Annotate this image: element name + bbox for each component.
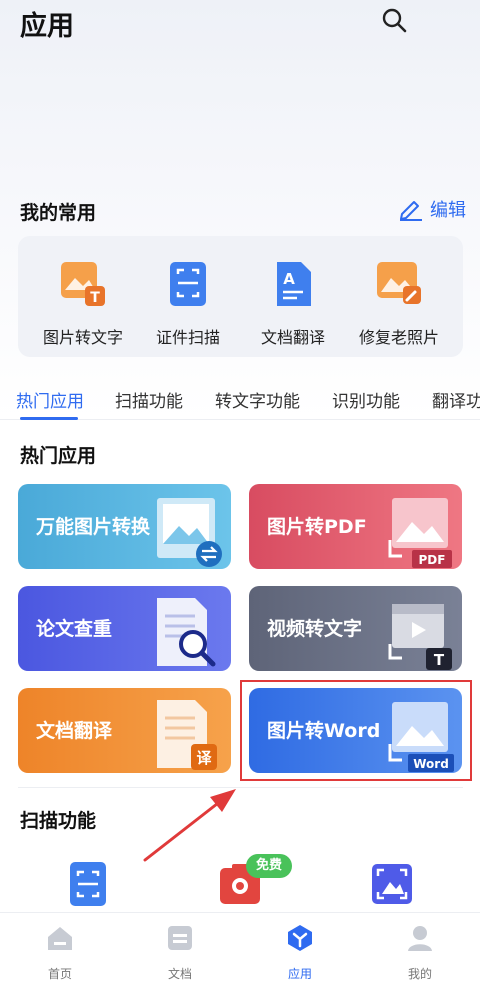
tile-label: 视频转文字 [267,618,363,640]
favorites-card: T 图片转文字 证件扫描 A 文档翻译 修复老照片 [18,236,463,357]
apps-icon [288,925,312,951]
svg-text:T: T [90,290,100,306]
section-divider [18,787,463,788]
bottom-nav: 首页 文档 应用 我的 [0,912,480,982]
tile-label: 万能图片转换 [36,516,151,538]
image-to-text-icon: T [61,262,105,306]
user-icon [408,926,432,951]
edit-button[interactable]: 编辑 [398,196,466,222]
tile-label: 文档翻译 [36,720,113,742]
page-title: 应用 [20,11,74,42]
tile-badge: 译 [196,749,212,767]
id-scan-icon [170,262,206,306]
hot-apps-title: 热门应用 [20,445,97,467]
fav-image-to-text[interactable]: T 图片转文字 [28,260,138,348]
fav-photo-repair[interactable]: 修复老照片 [344,260,454,348]
favorites-title: 我的常用 [20,202,97,224]
tile-doc-translate[interactable]: 文档翻译 译 [18,688,231,773]
image-convert-icon [157,498,222,567]
nav-profile[interactable]: 我的 [380,923,460,982]
home-icon [48,927,72,950]
image-to-pdf-icon: PDF [388,498,452,568]
document-icon [168,926,192,950]
highlight-box [240,680,472,781]
nav-label: 我的 [407,967,432,981]
nav-label: 应用 [287,967,312,981]
tile-video-to-text[interactable]: 视频转文字 T [249,586,462,671]
nav-apps[interactable]: 应用 [260,923,340,982]
free-badge: 免费 [246,854,292,878]
tile-badge: T [434,651,445,669]
tile-universal-image-convert[interactable]: 万能图片转换 [18,484,231,569]
search-button[interactable] [380,6,408,34]
scan-title: 扫描功能 [20,810,97,832]
doc-translate-tile-icon: 译 [157,700,217,770]
tile-paper-check[interactable]: 论文查重 [18,586,231,671]
doc-translate-icon: A [277,262,311,306]
image-scan-icon[interactable] [370,862,414,906]
video-to-text-icon: T [388,604,452,670]
tab-to-text[interactable]: 转文字功能 [215,387,300,412]
tile-label: 图片转PDF [267,516,367,538]
nav-home[interactable]: 首页 [20,923,100,982]
edit-label: 编辑 [430,200,466,221]
fav-label: 图片转文字 [42,328,123,347]
tab-translate[interactable]: 翻译功 [432,387,480,412]
search-icon [382,8,407,33]
category-tabs: 热门应用 扫描功能 转文字功能 识别功能 翻译功 [0,380,480,420]
fav-doc-translate[interactable]: A 文档翻译 [238,260,348,348]
tile-badge: PDF [419,553,446,567]
header: 应用 [0,0,480,60]
nav-label: 首页 [47,967,72,981]
tile-image-to-pdf[interactable]: 图片转PDF PDF [249,484,462,569]
fav-id-scan[interactable]: 证件扫描 [133,260,243,348]
tab-hot[interactable]: 热门应用 [16,387,84,412]
tab-recognize[interactable]: 识别功能 [332,387,400,412]
fav-label: 修复老照片 [358,328,439,347]
pencil-icon [400,201,422,221]
paper-check-icon [157,598,216,667]
tile-label: 论文查重 [36,618,113,640]
photo-repair-icon [377,262,421,304]
tab-scan[interactable]: 扫描功能 [115,387,183,412]
nav-docs[interactable]: 文档 [140,923,220,982]
fav-label: 证件扫描 [155,328,220,347]
doc-scan-icon[interactable] [66,862,110,906]
tab-active-indicator [20,417,78,420]
svg-text:A: A [283,270,295,288]
fav-label: 文档翻译 [260,328,325,347]
nav-label: 文档 [167,967,192,981]
